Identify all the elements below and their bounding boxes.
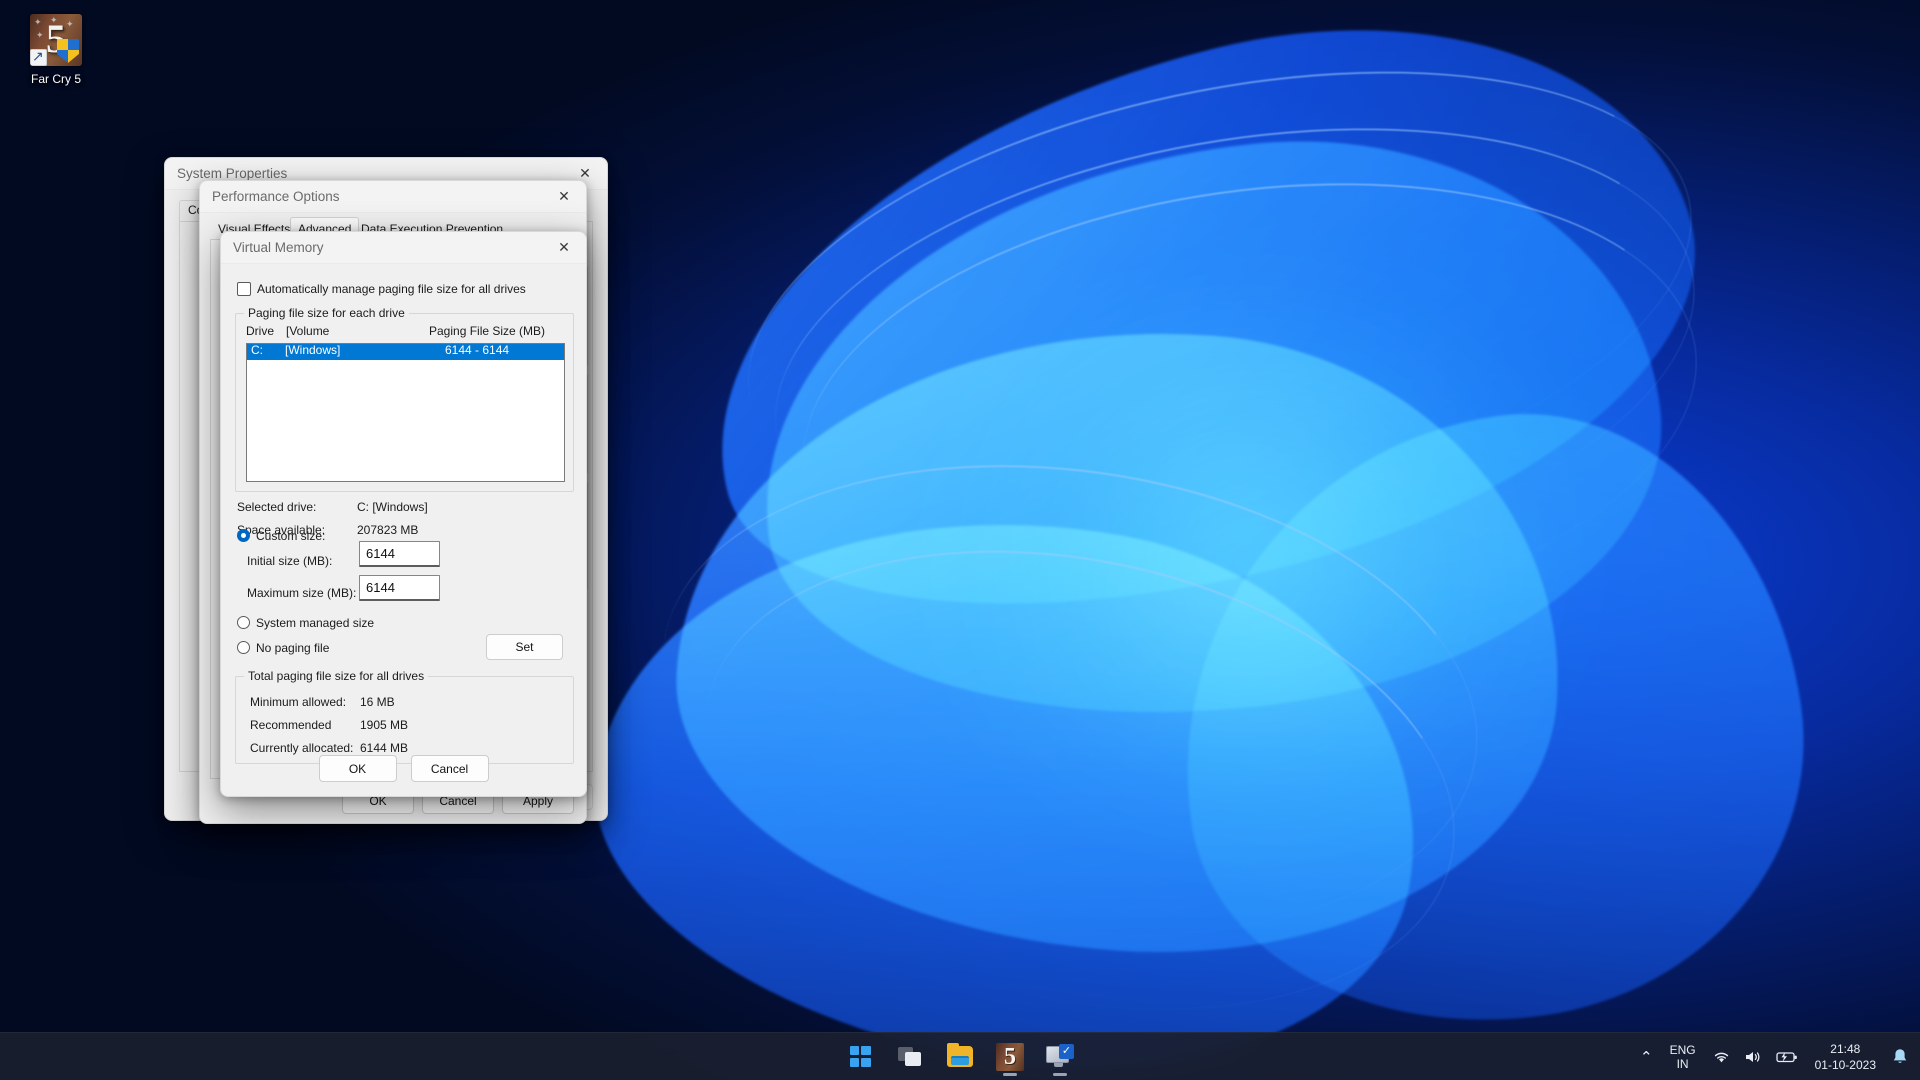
initial-size-input[interactable]: [359, 541, 440, 567]
virtual-memory-title: Virtual Memory: [233, 240, 324, 255]
battery-icon: [1775, 1052, 1797, 1063]
total-paging-file-size-group: Total paging file size for all drives Mi…: [235, 669, 574, 764]
system-properties-button[interactable]: ✓: [1040, 1037, 1080, 1077]
paging-file-size-group: Paging file size for each drive Drive [V…: [235, 306, 574, 492]
maximum-size-label: Maximum size (MB):: [247, 586, 357, 600]
show-hidden-icons-button[interactable]: ⌃: [1633, 1037, 1660, 1077]
initial-size-label: Initial size (MB):: [247, 554, 333, 568]
selected-drive-label: Selected drive:: [237, 500, 317, 514]
system-tray[interactable]: ⌃ ENG IN 21:48 01-10-2023: [1633, 1033, 1920, 1080]
set-button[interactable]: Set: [486, 634, 563, 660]
no-paging-file-radio-row[interactable]: No paging file: [237, 641, 329, 655]
far-cry-5-shortcut-icon: ✦ ✦ ✦ ✦ 5: [30, 14, 82, 66]
language-indicator[interactable]: ENG IN: [1660, 1037, 1706, 1077]
system-managed-size-radio-row[interactable]: System managed size: [237, 616, 374, 630]
desktop-icon-label: Far Cry 5: [30, 72, 81, 86]
column-header-volume: [Volume: [286, 324, 330, 338]
desktop[interactable]: ✦ ✦ ✦ ✦ 5 Far Cry 5 System Properties ✕ …: [0, 0, 1920, 1080]
recommended-value: 1905 MB: [360, 718, 409, 732]
minimum-allowed-value: 16 MB: [360, 695, 395, 709]
task-view-icon: [898, 1046, 922, 1067]
custom-size-radio[interactable]: [237, 529, 250, 542]
custom-size-label: Custom size:: [256, 529, 326, 543]
no-paging-file-label: No paging file: [256, 641, 330, 655]
clock-button[interactable]: 21:48 01-10-2023: [1805, 1037, 1886, 1077]
file-explorer-button[interactable]: [940, 1037, 980, 1077]
vm-ok-button[interactable]: OK: [318, 755, 397, 782]
network-button[interactable]: [1706, 1037, 1737, 1077]
close-icon[interactable]: ✕: [542, 181, 586, 212]
far-cry-5-icon: 5: [996, 1042, 1024, 1071]
column-header-drive: Drive: [246, 324, 275, 338]
far-cry-5-button[interactable]: 5: [990, 1037, 1030, 1077]
auto-manage-paging-label: Automatically manage paging file size fo…: [257, 282, 526, 296]
row-drive: C:: [251, 343, 263, 357]
currently-allocated-label: Currently allocated:: [250, 741, 354, 755]
selected-drive-value: C: [Windows]: [357, 500, 428, 514]
no-paging-file-radio[interactable]: [237, 641, 250, 654]
space-available-value: 207823 MB: [357, 523, 419, 537]
virtual-memory-titlebar[interactable]: Virtual Memory ✕: [221, 232, 586, 264]
virtual-memory-button-bar[interactable]: OK Cancel: [221, 755, 586, 782]
total-paging-file-size-group-label: Total paging file size for all drives: [244, 669, 429, 683]
clock-time: 21:48: [1830, 1042, 1861, 1056]
minimum-allowed-label: Minimum allowed:: [250, 695, 347, 709]
task-view-button[interactable]: [890, 1037, 930, 1077]
auto-manage-paging-checkbox[interactable]: [237, 282, 251, 296]
recommended-label: Recommended: [250, 718, 332, 732]
system-properties-icon-glyph: ✓: [1059, 1043, 1074, 1059]
clock-date: 01-10-2023: [1814, 1058, 1876, 1072]
vm-cancel-button[interactable]: Cancel: [410, 755, 489, 782]
row-volume: [Windows]: [285, 343, 341, 357]
speaker-icon: [1745, 1052, 1760, 1062]
row-paging-file-size: 6144 - 6144: [445, 343, 510, 357]
performance-options-title: Performance Options: [212, 189, 340, 204]
column-header-paging-file-size: Paging File Size (MB): [429, 324, 546, 338]
start-button[interactable]: [840, 1037, 880, 1077]
battery-button[interactable]: [1769, 1037, 1805, 1077]
taskbar-center-group[interactable]: 5 ✓: [840, 1033, 1080, 1080]
virtual-memory-body: Automatically manage paging file size fo…: [221, 264, 586, 796]
maximum-size-input[interactable]: [359, 575, 440, 601]
currently-allocated-value: 6144 MB: [360, 741, 409, 755]
notifications-button[interactable]: [1886, 1037, 1920, 1077]
wifi-icon: [1714, 1052, 1728, 1063]
performance-options-titlebar[interactable]: Performance Options ✕: [200, 181, 586, 213]
paging-file-size-group-label: Paging file size for each drive: [244, 306, 409, 320]
chevron-up-icon: ⌃: [1640, 1049, 1653, 1066]
volume-button[interactable]: [1737, 1037, 1769, 1077]
auto-manage-paging-checkbox-row[interactable]: Automatically manage paging file size fo…: [237, 282, 526, 296]
language-line-2: IN: [1676, 1057, 1689, 1071]
system-properties-title: System Properties: [177, 166, 288, 181]
far-cry-5-icon-glyph: 5: [1004, 1043, 1016, 1070]
system-properties-icon: ✓: [1046, 1043, 1074, 1069]
system-managed-size-radio[interactable]: [237, 616, 250, 629]
taskbar[interactable]: 5 ✓ ⌃ ENG IN 21:48 01-10-2023: [0, 1032, 1920, 1080]
custom-size-radio-row[interactable]: Custom size:: [237, 529, 325, 543]
shortcut-arrow-icon: [30, 47, 47, 66]
system-managed-size-label: System managed size: [256, 616, 375, 630]
virtual-memory-window[interactable]: Virtual Memory ✕ Automatically manage pa…: [220, 231, 587, 797]
desktop-icon-far-cry-5[interactable]: ✦ ✦ ✦ ✦ 5 Far Cry 5: [8, 8, 104, 86]
folder-icon: [947, 1043, 973, 1067]
table-row[interactable]: C: [Windows] 6144 - 6144: [247, 343, 564, 360]
bell-icon: [1893, 1049, 1907, 1063]
language-line-1: ENG: [1669, 1043, 1696, 1057]
close-icon[interactable]: ✕: [542, 232, 586, 263]
paging-file-listbox[interactable]: C: [Windows] 6144 - 6144: [246, 343, 565, 482]
windows-logo-icon: [849, 1046, 871, 1067]
